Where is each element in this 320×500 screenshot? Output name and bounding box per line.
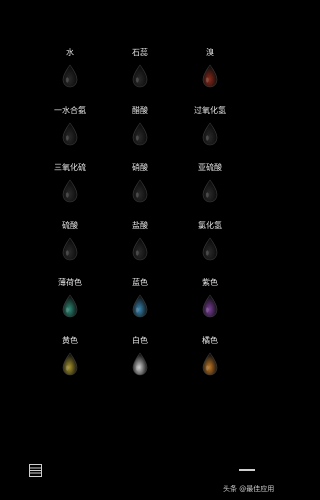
reagent-label: 过氧化氢: [194, 105, 226, 115]
reagent-item[interactable]: 硝酸: [105, 161, 175, 219]
droplet-icon: [62, 352, 78, 376]
reagent-label: 溴: [206, 48, 214, 57]
reagent-item[interactable]: 硫酸: [35, 219, 105, 277]
reagent-item[interactable]: 亚硫酸: [175, 161, 245, 219]
reagent-label: 三氧化硫: [54, 163, 86, 173]
droplet-icon: [202, 64, 218, 88]
droplet-icon: [62, 179, 78, 203]
reagent-item[interactable]: 溴: [175, 46, 245, 104]
reagent-item[interactable]: 石蕊: [105, 46, 175, 104]
reagent-label: 亚硫酸: [198, 163, 222, 173]
droplet-icon: [62, 122, 78, 145]
reagent-item[interactable]: 醋酸: [105, 104, 175, 162]
reagent-label: 白色: [132, 335, 148, 345]
reagent-item[interactable]: 过氧化氢: [175, 104, 245, 162]
reagent-item[interactable]: 三氧化硫: [35, 161, 105, 219]
droplet-icon: [132, 122, 148, 145]
droplet-icon: [132, 237, 148, 261]
droplet-icon: [202, 294, 218, 318]
dash-icon[interactable]: [239, 469, 255, 471]
reagent-item[interactable]: 橘色: [175, 334, 245, 392]
list-icon[interactable]: [29, 464, 42, 477]
reagent-label: 薄荷色: [58, 278, 82, 288]
reagent-label: 水: [66, 48, 74, 57]
reagent-label: 盐酸: [132, 220, 148, 230]
reagent-item[interactable]: 紫色: [175, 276, 245, 334]
reagent-grid: 水 石蕊 溴一水合氨 醋酸 过氧化氢三氧化硫 硝酸 亚硫酸硫酸 盐酸 氯化氢薄荷色 蓝色 紫色黄色 白…: [35, 46, 245, 392]
reagent-label: 醋酸: [132, 105, 148, 115]
reagent-label: 氯化氢: [198, 220, 222, 230]
droplet-icon: [202, 179, 218, 203]
reagent-item[interactable]: 黄色: [35, 334, 105, 392]
droplet-icon: [132, 179, 148, 203]
droplet-icon: [62, 237, 78, 261]
reagent-item[interactable]: 一水合氨: [35, 104, 105, 162]
droplet-icon: [62, 64, 78, 88]
droplet-icon: [202, 237, 218, 261]
droplet-icon: [202, 122, 218, 145]
droplet-icon: [132, 352, 148, 376]
reagent-label: 橘色: [202, 335, 218, 345]
droplet-icon: [132, 294, 148, 318]
reagent-item[interactable]: 蓝色: [105, 276, 175, 334]
reagent-label: 硝酸: [132, 163, 148, 173]
reagent-label: 一水合氨: [54, 105, 86, 115]
reagent-label: 紫色: [202, 278, 218, 288]
droplet-icon: [132, 64, 148, 88]
reagent-item[interactable]: 薄荷色: [35, 276, 105, 334]
reagent-item[interactable]: 氯化氢: [175, 219, 245, 277]
watermark: 头条 @最佳应用: [223, 485, 275, 493]
reagent-label: 硫酸: [62, 220, 78, 230]
reagent-item[interactable]: 白色: [105, 334, 175, 392]
reagent-label: 黄色: [62, 335, 78, 345]
reagent-item[interactable]: 水: [35, 46, 105, 104]
reagent-item[interactable]: 盐酸: [105, 219, 175, 277]
reagent-label: 石蕊: [132, 48, 148, 57]
droplet-icon: [202, 352, 218, 376]
droplet-icon: [62, 294, 78, 318]
reagent-label: 蓝色: [132, 278, 148, 288]
